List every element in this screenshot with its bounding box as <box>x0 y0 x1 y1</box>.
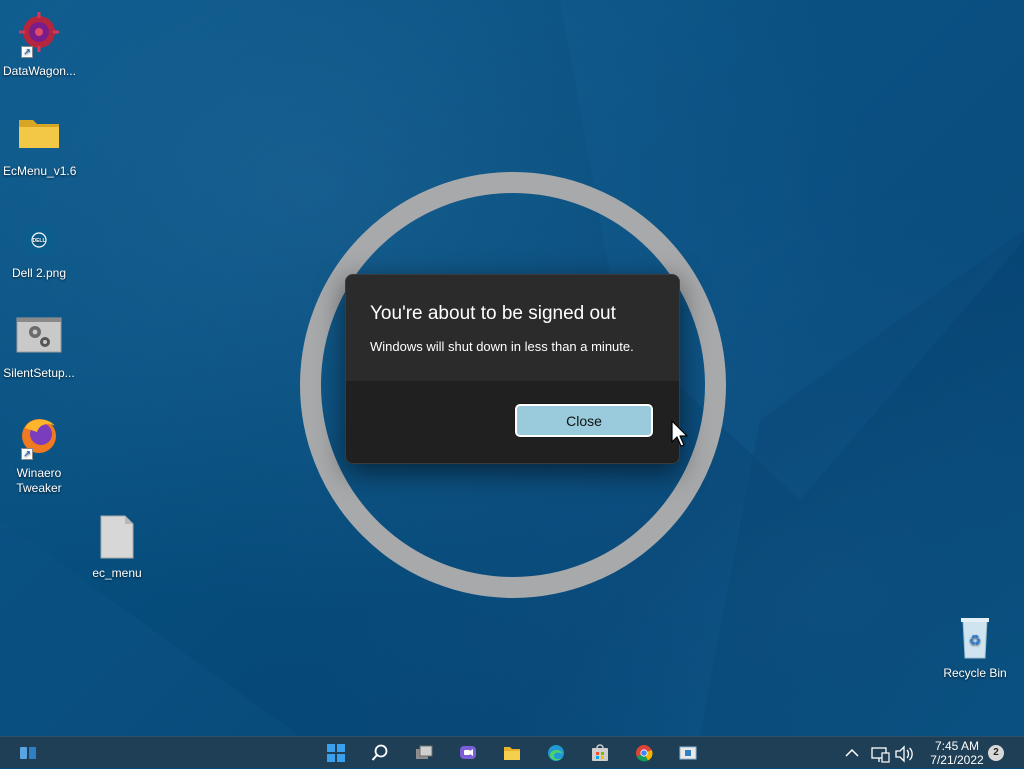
mouse-cursor-icon <box>671 420 688 447</box>
chat-icon[interactable] <box>452 737 484 768</box>
desktop-icon-ec-menu-file[interactable]: ec_menu <box>79 514 155 581</box>
sign-out-dialog: You're about to be signed out Windows wi… <box>345 274 680 464</box>
shortcut-arrow-icon: ↗ <box>21 46 33 58</box>
desktop-icon-label: EcMenu_v1.6 <box>3 164 77 178</box>
edge-icon[interactable] <box>540 737 572 768</box>
search-icon[interactable] <box>364 737 396 768</box>
app-window-icon[interactable] <box>672 737 704 768</box>
desktop-icon-label: Recycle Bin <box>943 666 1007 680</box>
firefox-logo-icon: ↗ <box>15 414 63 462</box>
desktop: ↗ DataWagon... EcMenu_v1.6 DELL Dell 2.p… <box>0 0 1024 736</box>
desktop-icon-label: SilentSetup... <box>3 366 75 380</box>
desktop-icon-winaero-tweaker[interactable]: ↗ Winaero Tweaker <box>1 414 77 496</box>
dialog-body: You're about to be signed out Windows wi… <box>346 275 679 381</box>
widgets-icon[interactable] <box>12 737 44 768</box>
task-view-icon[interactable] <box>408 737 440 768</box>
svg-text:DELL: DELL <box>32 238 45 244</box>
taskbar: 7:45 AM 7/21/2022 2 <box>0 736 1024 768</box>
desktop-icon-label: DataWagon... <box>3 64 76 78</box>
desktop-icon-ecmenu-folder[interactable]: EcMenu_v1.6 <box>1 112 77 179</box>
file-explorer-icon[interactable] <box>496 737 528 768</box>
notification-count-badge[interactable]: 2 <box>988 745 1004 761</box>
blank-file-icon <box>93 514 141 562</box>
folder-icon <box>15 112 63 160</box>
chrome-icon[interactable] <box>628 737 660 768</box>
tray-chevron-up-icon[interactable] <box>842 743 862 763</box>
dialog-title: You're about to be signed out <box>370 303 616 324</box>
desktop-icon-recycle-bin[interactable]: ♻ Recycle Bin <box>937 614 1013 681</box>
svg-text:♻: ♻ <box>969 633 982 649</box>
desktop-icon-dell-image[interactable]: DELL Dell 2.png <box>1 214 77 281</box>
volume-icon[interactable] <box>894 744 914 764</box>
store-icon[interactable] <box>584 737 616 768</box>
settings-gears-icon <box>15 314 63 362</box>
desktop-icon-label: Winaero Tweaker <box>16 466 62 495</box>
clock-time: 7:45 AM <box>934 739 980 753</box>
dell-logo-image-icon: DELL <box>15 214 63 262</box>
desktop-icon-silentsetup[interactable]: SilentSetup... <box>1 314 77 381</box>
desktop-icon-datawagon[interactable]: ↗ DataWagon... <box>1 12 77 79</box>
dialog-message: Windows will shut down in less than a mi… <box>370 339 634 354</box>
recycle-bin-icon: ♻ <box>951 614 999 662</box>
desktop-icon-label: ec_menu <box>92 566 142 580</box>
clock-date: 7/21/2022 <box>930 753 984 767</box>
network-icon[interactable] <box>870 744 890 764</box>
datawagon-app-icon: ↗ <box>15 12 63 60</box>
dialog-footer: Close <box>346 381 679 463</box>
desktop-icon-label: Dell 2.png <box>11 266 67 280</box>
close-button[interactable]: Close <box>515 404 653 437</box>
shortcut-arrow-icon: ↗ <box>21 448 33 460</box>
start-icon[interactable] <box>320 737 352 768</box>
taskbar-clock[interactable]: 7:45 AM 7/21/2022 <box>920 739 994 769</box>
